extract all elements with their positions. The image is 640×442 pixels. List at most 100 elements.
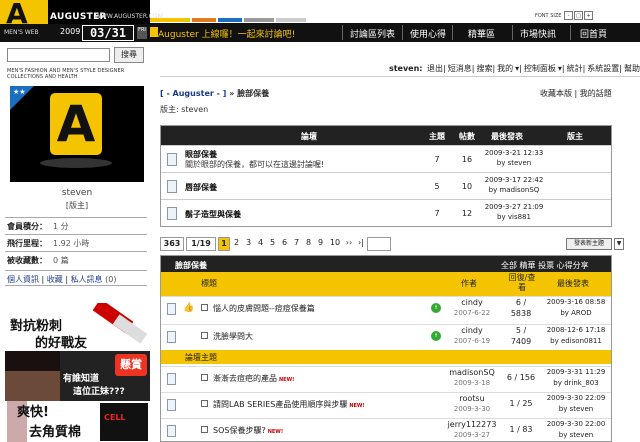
topic-list: 臉部保養 全部 精華 投票 心得分享 標題 作者 回復/查看 最後發表 👍 惱人… <box>160 255 612 442</box>
my-link[interactable]: 我的 <box>497 64 513 73</box>
stat-flight: 飛行里程： 1.92 小時 <box>5 234 147 250</box>
topic-columns: 標題 作者 回復/查看 最後發表 <box>161 272 611 296</box>
favorite-forum-link[interactable]: 收藏本版 <box>540 89 572 98</box>
topic-title[interactable]: SOS保養步驟? NEW! <box>213 425 283 436</box>
ad-banner-girl[interactable]: 懸賞 有誰知道 這位正妹??? <box>5 351 150 401</box>
nav-forum-list[interactable]: 討論區列表 <box>350 27 395 40</box>
last-page-button[interactable]: ›| <box>355 238 367 247</box>
topic-checkbox[interactable] <box>201 426 208 433</box>
nav-arrow-icon <box>150 27 158 37</box>
messages-link[interactable]: 短消息 <box>448 64 472 73</box>
topic-icon <box>167 425 176 437</box>
table-row: 洗臉學問大 ↑ cindy 2007-6-19 5 / 7409 2008-12… <box>161 324 611 348</box>
font-decrease-button[interactable]: - <box>564 11 574 20</box>
table-row: 請問LAB SERIES產品使用順序與步驟 NEW! rootsu 2009-3-… <box>161 392 611 416</box>
topic-filter-tabs[interactable]: 全部 精華 投票 心得分享 <box>501 260 589 271</box>
welcome-message[interactable]: Auguster 上線囉！一起來討論吧! <box>158 27 295 40</box>
page-link[interactable]: 3 <box>243 238 254 247</box>
search-input[interactable] <box>7 48 110 62</box>
topic-title[interactable]: 洗臉學問大 <box>213 331 253 342</box>
date-bar: MEN'S WEB 2009 03/31 FRI <box>0 24 150 42</box>
private-message-link[interactable]: 私人訊息 <box>71 275 103 284</box>
subforum-link[interactable]: 唇部保養 <box>185 182 217 193</box>
new-topic-dropdown-icon[interactable]: ▼ <box>614 238 624 250</box>
forum-actions: 收藏本版 | 我的話題 <box>540 89 612 98</box>
nav-market-news[interactable]: 市場快訊 <box>520 27 556 40</box>
profile-favorites-link[interactable]: 收藏 <box>47 275 63 284</box>
stat-favorites: 被收藏數： 0 篇 <box>5 251 147 267</box>
breadcrumb-current: 臉部保養 <box>237 89 270 98</box>
font-increase-button[interactable]: + <box>584 11 594 20</box>
user-bar: steven: 退出| 短消息| 搜索| 我的 ▾| 控制面板 ▾| 統計| 系統設置| 幫助 <box>160 63 640 77</box>
page-link[interactable]: 8 <box>303 238 314 247</box>
ad-banner-exfoliate[interactable]: 爽快! 去角質棉 CELL <box>5 401 150 442</box>
new-badge: NEW! <box>279 377 295 383</box>
pinned-icon: ↑ <box>431 331 441 341</box>
moderator-line: 版主: steven <box>160 105 209 114</box>
logout-link[interactable]: 退出 <box>427 64 443 73</box>
year: 2009 <box>60 27 81 36</box>
section-label: MEN'S WEB <box>4 29 39 36</box>
search-button[interactable]: 搜尋 <box>114 47 144 63</box>
topic-checkbox[interactable] <box>201 374 208 381</box>
profile-username[interactable]: steven <box>10 188 144 198</box>
subforum-header: 論壇 主題 帖數 最後發表 版主 <box>161 126 611 145</box>
font-reset-button[interactable]: □ <box>574 11 584 20</box>
topic-icon <box>167 399 176 411</box>
topic-checkbox[interactable] <box>201 332 208 339</box>
page-link[interactable]: 10 <box>328 238 342 247</box>
profile-info-link[interactable]: 個人資訊 <box>7 275 39 284</box>
color-stripes <box>150 15 340 22</box>
table-row: 漸漸去痘疤的產品 NEW! madisonSQ 2009-3-18 6 / 156… <box>161 366 611 390</box>
new-badge: NEW! <box>267 429 284 435</box>
table-row: 👍 惱人的皮膚問題--痘痘保養篇 ↑ cindy 2007-6-22 6 / 5… <box>161 296 611 320</box>
page-link[interactable]: 5 <box>267 238 278 247</box>
page-link[interactable]: 9 <box>315 238 326 247</box>
new-topic-button[interactable]: 發表新主題 <box>566 238 612 250</box>
topic-list-header: 臉部保養 全部 精華 投票 心得分享 <box>161 256 611 272</box>
topic-title[interactable]: 漸漸去痘疤的產品 NEW! <box>213 373 294 384</box>
my-topics-link[interactable]: 我的話題 <box>580 89 612 98</box>
search-link[interactable]: 搜索 <box>476 64 492 73</box>
avatar[interactable]: ★★ A <box>10 86 144 182</box>
forum-icon <box>167 180 177 193</box>
topic-checkbox[interactable] <box>201 400 208 407</box>
subforum-table: 論壇 主題 帖數 最後發表 版主 眼部保養 關於眼部的保養，都可以在這邊討論喔!… <box>160 125 612 227</box>
next-page-button[interactable]: ›› <box>343 238 355 247</box>
subforum-link[interactable]: 鬍子造型與保養 <box>185 209 241 220</box>
help-link[interactable]: 幫助 <box>624 64 640 73</box>
new-badge: NEW! <box>349 403 365 409</box>
moderator-name[interactable]: steven <box>181 105 208 114</box>
page-link[interactable]: 7 <box>291 238 302 247</box>
stat-points: 會員積分： 1 分 <box>5 217 147 233</box>
topic-title[interactable]: 請問LAB SERIES產品使用順序與步驟 NEW! <box>213 399 365 410</box>
breadcrumb-root[interactable]: [ - Auguster - ] <box>160 89 226 98</box>
current-user: steven: <box>388 64 423 73</box>
pinned-icon: ↑ <box>431 303 441 313</box>
control-panel-link[interactable]: 控制面板 <box>524 64 556 73</box>
page-link[interactable]: 4 <box>255 238 266 247</box>
topic-checkbox[interactable] <box>201 304 208 311</box>
breadcrumb: [ - Auguster - ] » 臉部保養 <box>160 89 270 98</box>
nav-home[interactable]: 回首頁 <box>580 27 607 40</box>
topic-icon <box>167 331 176 343</box>
nav-featured[interactable]: 精華區 <box>468 27 495 40</box>
topic-icon <box>167 373 176 385</box>
page-current[interactable]: 1 <box>218 237 230 251</box>
profile-role: [版主] <box>65 201 89 210</box>
stats-link[interactable]: 統計 <box>567 64 583 73</box>
page-link[interactable]: 2 <box>231 238 242 247</box>
forum-icon <box>167 207 177 220</box>
ad-banner-acne[interactable]: 對抗粉刺 的好戰友 <box>5 303 150 351</box>
total-count: 363 <box>160 237 184 251</box>
nav-reviews[interactable]: 使用心得 <box>410 27 446 40</box>
avatar-logo-icon: A <box>50 93 102 155</box>
subforum-row: 唇部保養 5 10 2009-3-17 22:42 by madisonSQ <box>161 172 611 199</box>
subforum-row: 鬍子造型與保養 7 12 2009-3-27 21:09 by vis881 <box>161 199 611 226</box>
page-jump-input[interactable] <box>367 237 391 251</box>
subforum-row: 眼部保養 關於眼部的保養，都可以在這邊討論喔! 7 16 2009-3-21 1… <box>161 145 611 172</box>
subsection-header: 論壇主題 <box>161 350 611 364</box>
settings-link[interactable]: 系統設置 <box>587 64 619 73</box>
topic-title[interactable]: 惱人的皮膚問題--痘痘保養篇 <box>213 303 315 314</box>
page-link[interactable]: 6 <box>279 238 290 247</box>
